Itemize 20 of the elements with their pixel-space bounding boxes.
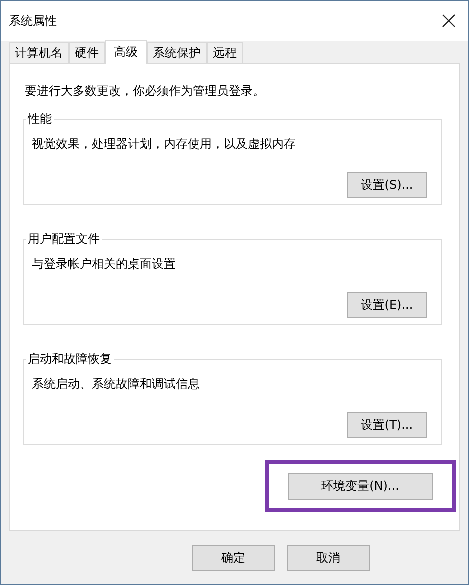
settings-button[interactable]: 设置(E)... [347, 292, 427, 318]
group-title: 用户配置文件 [26, 231, 102, 247]
group-title: 启动和故障恢复 [26, 351, 114, 367]
group-description: 视觉效果，处理器计划，内存使用，以及虚拟内存 [32, 136, 297, 153]
close-icon[interactable] [442, 14, 456, 28]
notice-text: 要进行大多数更改，你必须作为管理员登录。 [25, 83, 266, 100]
tab[interactable]: 高级 [105, 40, 147, 64]
environment-variables-button[interactable]: 环境变量(N)... [288, 472, 433, 500]
dialog-button[interactable]: 确定 [192, 545, 275, 571]
group-description: 与登录帐户相关的桌面设置 [32, 256, 177, 273]
settings-button[interactable]: 设置(T)... [347, 412, 427, 438]
dialog-button[interactable]: 取消 [287, 545, 370, 571]
group-title: 性能 [26, 111, 54, 127]
group-description: 系统启动、系统故障和调试信息 [32, 376, 201, 393]
window-title: 系统属性 [9, 13, 57, 30]
tab[interactable]: 远程 [207, 42, 243, 63]
tab[interactable]: 计算机名 [9, 42, 69, 63]
tab[interactable]: 硬件 [69, 42, 105, 63]
tab[interactable]: 系统保护 [147, 42, 207, 63]
settings-button[interactable]: 设置(S)... [347, 172, 427, 198]
